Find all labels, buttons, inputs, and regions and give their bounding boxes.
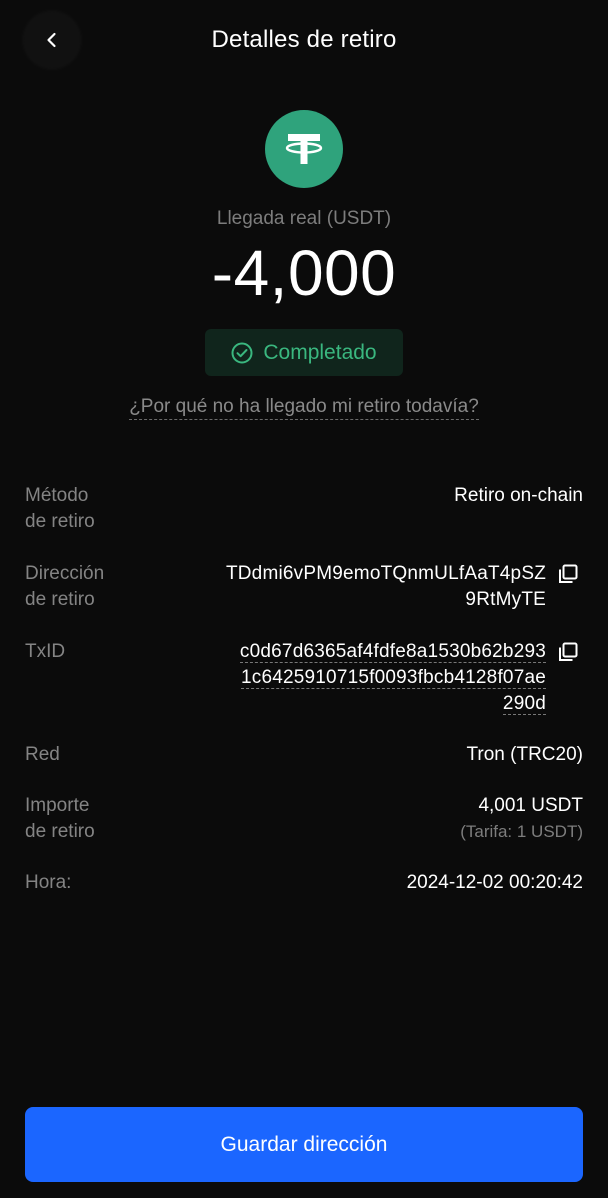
detail-row-address: Dirección de retiro TDdmi6vPM9emoTQnmULf… — [25, 561, 583, 615]
detail-row-time: Hora: 2024-12-02 00:20:42 — [25, 870, 583, 898]
detail-row-network: Red Tron (TRC20) — [25, 742, 583, 770]
amount-label: Importe de retiro — [25, 795, 95, 842]
help-link-container: ¿Por qué no ha llegado mi retiro todavía… — [0, 396, 608, 420]
top-bar: Detalles de retiro — [0, 0, 608, 82]
status-badge: Completado — [205, 329, 403, 376]
withdrawal-amount: -4,000 — [211, 237, 397, 309]
save-address-button[interactable]: Guardar dirección — [25, 1107, 583, 1182]
copy-address-icon[interactable] — [557, 563, 579, 585]
time-value: 2024-12-02 00:20:42 — [406, 872, 583, 893]
page-title: Detalles de retiro — [211, 26, 397, 53]
network-label: Red — [25, 744, 60, 765]
tether-icon — [265, 110, 343, 188]
copy-txid-icon[interactable] — [557, 641, 579, 663]
method-label: Método de retiro — [25, 485, 95, 532]
fee-text: (Tarifa: 1 USDT) — [460, 822, 583, 841]
amount-value: 4,001 USDT (Tarifa: 1 USDT) — [460, 793, 583, 845]
check-circle-icon — [231, 342, 253, 363]
amount-total: 4,001 USDT — [478, 795, 583, 816]
detail-row-txid: TxID c0d67d6365af4fdfe8a1530b62b293 1c64… — [25, 639, 583, 719]
status-text: Completado — [263, 340, 377, 364]
detail-row-method: Método de retiro Retiro on-chain — [25, 483, 583, 537]
txid-label: TxID — [25, 641, 66, 662]
address-label: Dirección de retiro — [25, 563, 105, 610]
help-link[interactable]: ¿Por qué no ha llegado mi retiro todavía… — [129, 396, 479, 420]
network-value: Tron (TRC20) — [466, 744, 583, 765]
detail-row-amount: Importe de retiro 4,001 USDT (Tarifa: 1 … — [25, 793, 583, 847]
txid-value[interactable]: c0d67d6365af4fdfe8a1530b62b293 1c6425910… — [239, 639, 546, 717]
method-value: Retiro on-chain — [454, 485, 583, 506]
address-value: TDdmi6vPM9emoTQnmULfAaT4pSZ 9RtMyTE — [225, 563, 546, 610]
time-label: Hora: — [25, 872, 72, 893]
arrival-label: Llegada real (USDT) — [216, 208, 392, 229]
